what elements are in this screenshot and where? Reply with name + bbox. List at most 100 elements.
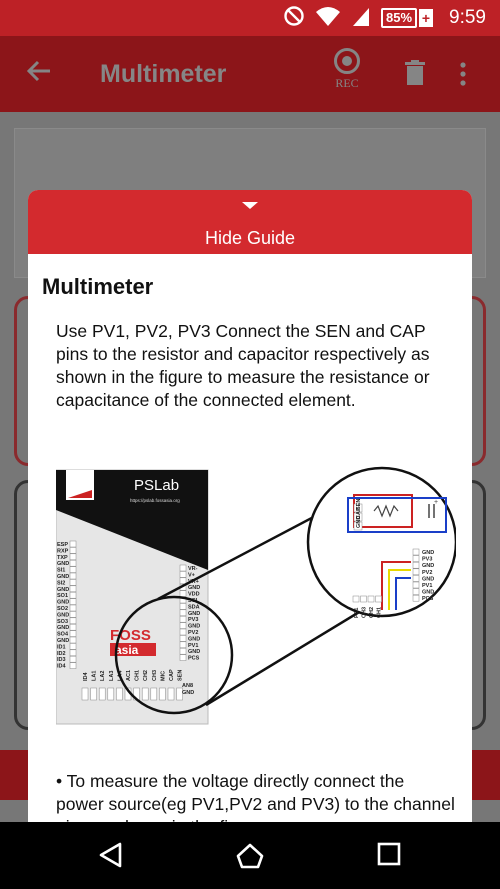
pin-header <box>150 687 158 701</box>
back-arrow-icon[interactable] <box>26 58 52 90</box>
pin-header <box>179 628 187 636</box>
pin-header <box>69 643 77 650</box>
pin-header <box>167 687 175 701</box>
pin-header <box>179 609 187 617</box>
record-icon <box>334 48 360 74</box>
pin-header <box>412 594 420 602</box>
svg-text:+: + <box>434 499 438 506</box>
toolbar: Multimeter REC <box>0 36 500 112</box>
back-nav-icon[interactable] <box>98 842 124 873</box>
pin-label: CH2 <box>369 607 375 618</box>
hide-guide-button[interactable]: Hide Guide <box>28 190 472 254</box>
pin-header <box>179 622 187 629</box>
clock: 9:59 <box>449 7 486 28</box>
pin-header <box>412 548 420 556</box>
pin-header <box>412 588 420 595</box>
pin-header <box>69 662 77 669</box>
pin-header <box>116 687 123 701</box>
pin-label: AN8 <box>182 683 193 689</box>
pin-label: GND <box>57 587 69 593</box>
pin-header <box>69 630 77 637</box>
do-not-disturb-icon <box>283 5 305 32</box>
pin-header <box>69 611 77 618</box>
pin-label: GND <box>188 611 200 617</box>
pin-label: PV1 <box>188 643 198 649</box>
pin-header <box>69 636 77 644</box>
pin-label: PV3 <box>422 557 432 563</box>
pin-label: GND <box>182 690 194 696</box>
guide-description: Use PV1, PV2, PV3 Connect the SEN and CA… <box>56 321 430 410</box>
record-button[interactable]: REC <box>327 48 367 91</box>
delete-icon[interactable] <box>404 60 426 91</box>
pin-label: CH1 <box>135 670 141 681</box>
pin-header <box>69 540 77 548</box>
pin-label: LA2 <box>100 671 106 681</box>
pin-label: MIC <box>160 671 166 681</box>
navigation-bar <box>0 822 500 889</box>
pin-label: PV3 <box>188 617 198 623</box>
pin-label: SEN <box>178 670 184 681</box>
pin-header <box>179 571 187 578</box>
pin-label: CH3 <box>362 607 368 618</box>
pin-header <box>69 547 77 554</box>
pin-header <box>412 561 420 569</box>
pin-label: SO1 <box>57 593 68 599</box>
pin-label: GND <box>188 636 200 642</box>
logo-bottom: asia <box>115 643 139 657</box>
pin-header <box>69 559 77 567</box>
pin-label: GND <box>422 576 434 582</box>
pin-header <box>179 647 187 655</box>
pin-header <box>412 575 420 582</box>
pin-label: ESP <box>57 542 68 548</box>
pin-label: GND <box>422 563 434 569</box>
pin-label: CH2 <box>143 670 149 681</box>
pin-label: SI1 <box>57 568 65 574</box>
pin-label: PCS <box>188 656 200 662</box>
pin-label: CAP <box>169 669 175 681</box>
pin-header <box>69 553 77 561</box>
record-label: REC <box>335 76 359 90</box>
pin-label: SO4 <box>57 632 69 638</box>
pin-header <box>69 579 77 586</box>
pin-label: GND <box>188 624 200 630</box>
pin-label: ID1 <box>57 644 66 650</box>
pin-header <box>141 687 149 701</box>
pin-header <box>107 687 115 701</box>
pin-label: LA1 <box>92 671 98 681</box>
pin-label: PV1 <box>422 583 432 589</box>
home-nav-icon[interactable] <box>236 842 264 875</box>
pin-header <box>69 566 77 573</box>
pin-label: SDA <box>188 604 200 610</box>
pin-label: GND <box>188 585 200 591</box>
pin-label: ID2 <box>57 651 66 657</box>
pin-label: ID4 <box>83 672 89 682</box>
pin-label: FC1 <box>354 608 360 618</box>
guide-note: • To measure the voltage directly connec… <box>56 771 455 822</box>
pin-header <box>69 655 77 663</box>
board-name: PSLab <box>134 477 179 494</box>
pin-header <box>69 617 77 625</box>
pin-header <box>69 604 77 612</box>
board-url: https://pslab.fossasia.org <box>130 498 180 503</box>
guide-sheet: Hide Guide Multimeter Use PV1, PV2, PV3 … <box>28 190 472 822</box>
more-options-icon[interactable] <box>459 62 467 91</box>
pin-header <box>179 603 187 610</box>
hide-guide-label: Hide Guide <box>204 228 296 248</box>
pin-header <box>179 615 187 623</box>
signal-icon <box>351 5 371 32</box>
wifi-icon: ↕ <box>315 5 341 32</box>
pin-header <box>412 581 420 589</box>
pin-label: GND <box>422 550 434 556</box>
pin-label: AC1 <box>126 670 132 681</box>
caret-down-icon <box>242 202 258 209</box>
recents-nav-icon[interactable] <box>377 842 401 871</box>
pin-label: GND <box>57 600 69 606</box>
pin-header <box>352 595 360 603</box>
pin-header <box>179 590 187 597</box>
pin-header <box>69 598 77 605</box>
pin-label: GND <box>422 590 434 596</box>
pin-header <box>179 577 187 585</box>
guide-title: Multimeter <box>42 274 154 299</box>
pin-label: VDD <box>188 592 200 598</box>
pin-label: SI2 <box>57 580 65 586</box>
